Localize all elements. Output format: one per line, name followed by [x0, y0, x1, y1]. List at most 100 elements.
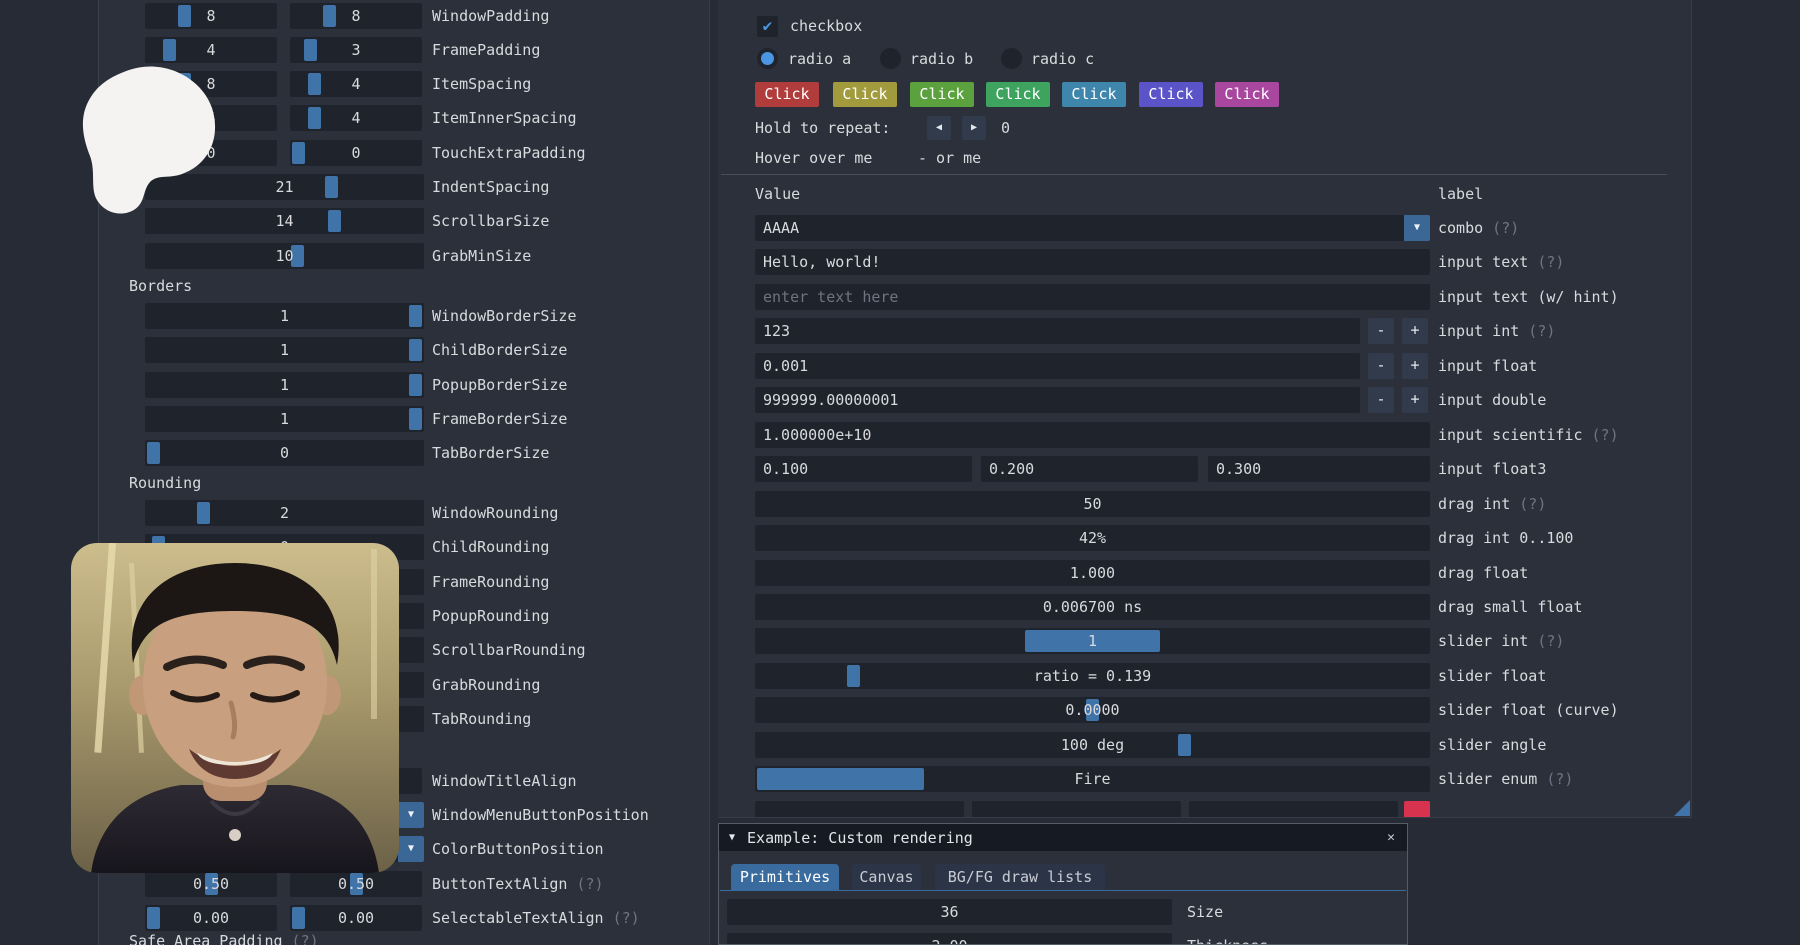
desktop-background: 88WindowPadding43FramePadding84ItemSpaci…: [0, 0, 1800, 945]
help-marker: (?): [1519, 322, 1555, 340]
drag-int-drag[interactable]: 50: [755, 491, 1430, 517]
color-swatch[interactable]: [1404, 801, 1430, 818]
style-label-iteminnerspacing: ItemInnerSpacing: [432, 105, 577, 131]
windowrounding-slider[interactable]: 2: [145, 500, 424, 526]
slider-float-slider[interactable]: ratio = 0.139: [755, 663, 1430, 689]
widget-row-slider-float: ratio = 0.139slider float: [718, 663, 1691, 689]
input-float-input[interactable]: 0.001: [755, 353, 1360, 379]
input-float3-input-2[interactable]: 0.300: [1208, 456, 1430, 482]
slider-float-curve-slider[interactable]: 0.0000: [755, 697, 1430, 723]
windowbordersize-slider[interactable]: 1: [145, 303, 424, 329]
widget-label-input-scientific: input scientific (?): [1438, 422, 1619, 448]
value-text: 8: [298, 3, 414, 29]
popupbordersize-slider[interactable]: 1: [145, 372, 424, 398]
widget-label-input-text: input text (?): [1438, 249, 1564, 275]
color-component-2[interactable]: [1189, 801, 1398, 818]
section-header-rounding: Rounding: [129, 470, 201, 496]
style-row-windowbordersize: 1WindowBorderSize: [99, 303, 709, 329]
widget-table-rows: AAAA▼combo (?)Hello, world!input text (?…: [718, 0, 1691, 817]
drag-float-drag[interactable]: 1.000: [755, 560, 1430, 586]
section-header-safe-area-padding: Safe Area Padding (?): [129, 928, 319, 945]
input-float3-input-0[interactable]: 0.100: [755, 456, 972, 482]
input-double-input[interactable]: 999999.00000001: [755, 387, 1360, 413]
input-float-decrement-button[interactable]: -: [1368, 353, 1394, 379]
slider-angle-slider[interactable]: 100 deg: [755, 732, 1430, 758]
style-label-grabminsize: GrabMinSize: [432, 243, 531, 269]
help-marker: (?): [567, 875, 603, 893]
tab-bg-fg-draw-lists[interactable]: BG/FG draw lists: [935, 864, 1105, 890]
value-text: 1: [153, 406, 416, 432]
help-marker: (?): [1537, 770, 1573, 788]
slider-enum-slider[interactable]: Fire: [755, 766, 1430, 792]
drag-small-float-drag[interactable]: 0.006700 ns: [755, 594, 1430, 620]
help-marker: (?): [283, 932, 319, 945]
value-text: 0.50: [153, 871, 269, 897]
input-double-increment-button[interactable]: +: [1402, 387, 1428, 413]
value-text: AAAA: [763, 215, 1422, 241]
thickness-slider[interactable]: 2.00: [727, 933, 1172, 945]
widget-label-drag-int-0-100: drag int 0..100: [1438, 525, 1573, 551]
touchextrapadding-slider-y[interactable]: 0: [290, 140, 422, 166]
style-row-grabminsize: 10 GrabMinSize: [99, 243, 709, 269]
color-component-0[interactable]: [755, 801, 964, 818]
widget-label-slider-angle: slider angle: [1438, 732, 1546, 758]
combo-arrow-button[interactable]: ▼: [398, 836, 424, 862]
value-text: 1: [153, 337, 416, 363]
widget-row-input-text-w-hint: enter text hereinput text (w/ hint): [718, 284, 1691, 310]
custom-rendering-window: ▼ Example: Custom rendering ✕ Primitives…: [718, 823, 1408, 945]
style-row-childbordersize: 1 ChildBorderSize: [99, 337, 709, 363]
windowpadding-slider-y[interactable]: 8: [290, 3, 422, 29]
input-scientific-input[interactable]: 1.000000e+10: [755, 422, 1430, 448]
style-row-safe-area-padding: Safe Area Padding (?): [99, 928, 709, 945]
widget-row-slider-int: 1slider int (?): [718, 628, 1691, 654]
widget-label-drag-small-float: drag small float: [1438, 594, 1583, 620]
framepadding-slider-x[interactable]: 4: [145, 37, 277, 63]
iteminnerspacing-slider-y[interactable]: 4: [290, 105, 422, 131]
widget-label-drag-float: drag float: [1438, 560, 1528, 586]
style-row-buttontextalign: 0.500.50ButtonTextAlign (?): [99, 871, 709, 897]
input-int-decrement-button[interactable]: -: [1368, 318, 1394, 344]
widget-row-drag-int: 50drag int (?): [718, 491, 1691, 517]
framepadding-slider-y[interactable]: 3: [290, 37, 422, 63]
value-text: 4: [153, 37, 269, 63]
style-label-framebordersize: FrameBorderSize: [432, 406, 567, 432]
input-float3-input-1[interactable]: 0.200: [981, 456, 1198, 482]
tabbordersize-slider[interactable]: 0: [145, 440, 424, 466]
style-label-childbordersize: ChildBorderSize: [432, 337, 567, 363]
combo-arrow-button[interactable]: ▼: [1404, 215, 1430, 241]
itemspacing-slider-y[interactable]: 4: [290, 71, 422, 97]
framebordersize-slider[interactable]: 1: [145, 406, 424, 432]
windowpadding-slider-x[interactable]: 8: [145, 3, 277, 29]
childbordersize-slider[interactable]: 1: [145, 337, 424, 363]
size-label: Size: [1187, 899, 1223, 925]
input-text-w-hint-input[interactable]: enter text here: [755, 284, 1430, 310]
value-text: 1: [153, 372, 416, 398]
style-row-windowpadding: 88WindowPadding: [99, 3, 709, 29]
value-text: 4: [298, 105, 414, 131]
size-slider[interactable]: 36: [727, 899, 1172, 925]
combo-arrow-button[interactable]: ▼: [398, 802, 424, 828]
drag-int-0-100-drag[interactable]: 42%: [755, 525, 1430, 551]
input-double-decrement-button[interactable]: -: [1368, 387, 1394, 413]
widget-row-drag-small-float: 0.006700 ns drag small float: [718, 594, 1691, 620]
input-text-input[interactable]: Hello, world!: [755, 249, 1430, 275]
value-text: 0: [153, 440, 416, 466]
close-icon[interactable]: ✕: [1381, 828, 1401, 848]
combo-combo[interactable]: AAAA▼: [755, 215, 1430, 241]
input-int-increment-button[interactable]: +: [1402, 318, 1428, 344]
custom-rendering-titlebar[interactable]: ▼ Example: Custom rendering ✕: [719, 824, 1407, 851]
slider-int-slider[interactable]: 1: [755, 628, 1430, 654]
buttontextalign-slider-y[interactable]: 0.50: [290, 871, 422, 897]
collapse-arrow-icon[interactable]: ▼: [729, 832, 735, 843]
resize-grip[interactable]: [1674, 800, 1690, 816]
value-text: 3: [298, 37, 414, 63]
input-int-input[interactable]: 123: [755, 318, 1360, 344]
tabbar-underline: [720, 890, 1406, 891]
buttontextalign-slider-x[interactable]: 0.50: [145, 871, 277, 897]
style-label-childrounding: ChildRounding: [432, 534, 549, 560]
tab-canvas[interactable]: Canvas: [852, 864, 921, 890]
tab-primitives[interactable]: Primitives: [731, 864, 839, 890]
input-float-increment-button[interactable]: +: [1402, 353, 1428, 379]
grabminsize-slider[interactable]: 10: [145, 243, 424, 269]
color-component-1[interactable]: [972, 801, 1181, 818]
